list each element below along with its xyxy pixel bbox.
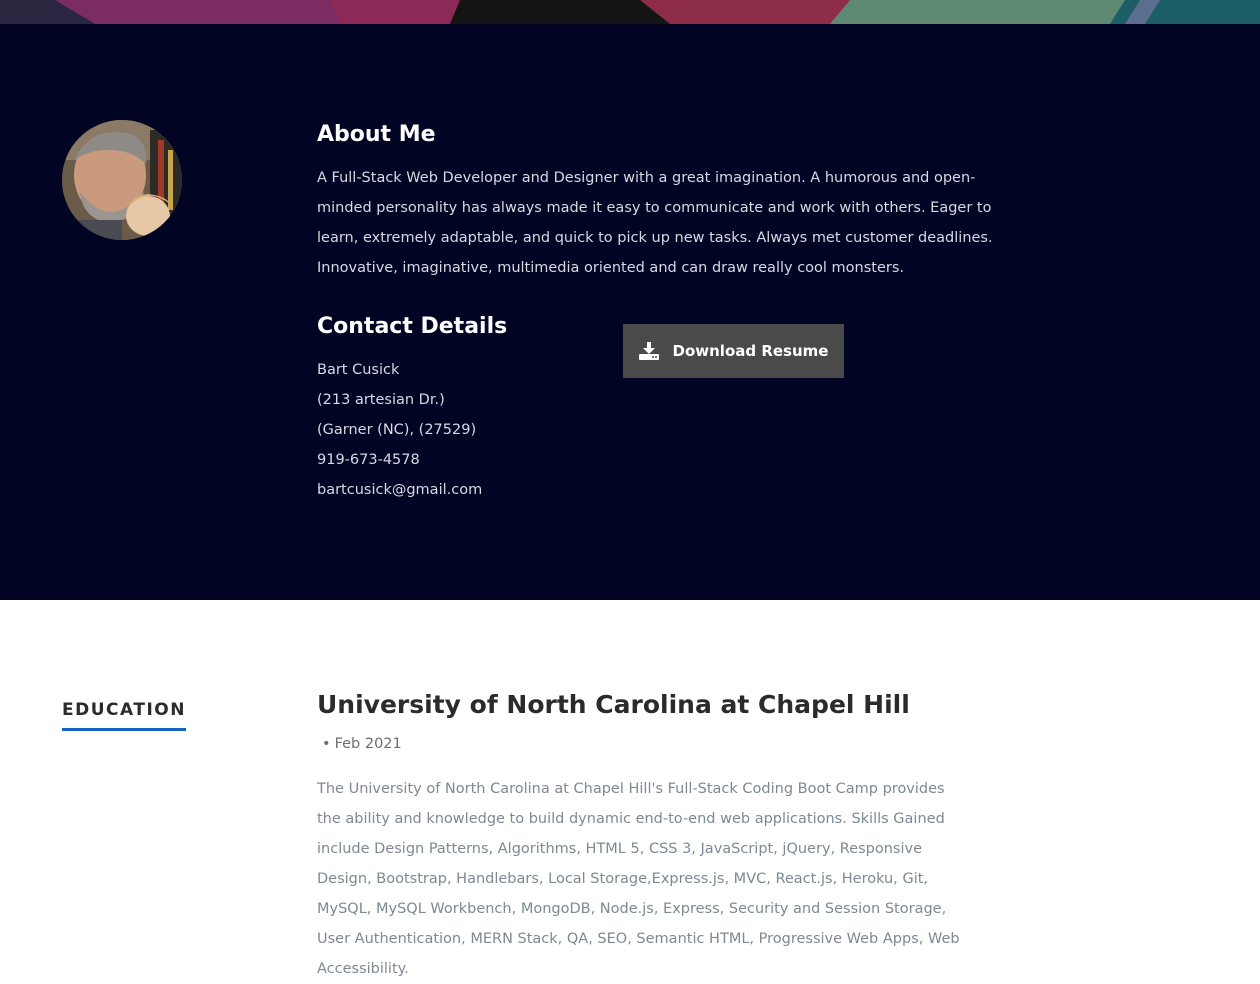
download-resume-button[interactable]: Download Resume	[623, 324, 844, 378]
banner-art	[0, 0, 1260, 24]
school-name: University of North Carolina at Chapel H…	[317, 690, 910, 719]
education-description: The University of North Carolina at Chap…	[317, 781, 960, 977]
contact-name: Bart Cusick	[317, 362, 400, 378]
download-resume-label: Download Resume	[672, 342, 829, 360]
header-banner-image	[0, 0, 1260, 24]
contact-email: bartcusick@gmail.com	[317, 482, 483, 498]
about-paragraph: A Full-Stack Web Developer and Designer …	[317, 170, 993, 276]
about-heading: About Me	[317, 122, 436, 147]
about-section: About Me A Full-Stack Web Developer and …	[0, 24, 1260, 600]
contact-list: Bart Cusick (213 artesian Dr.) (Garner (…	[317, 355, 482, 505]
contact-heading: Contact Details	[317, 314, 508, 339]
contact-street: (213 artesian Dr.)	[317, 392, 445, 408]
download-icon	[638, 342, 659, 360]
education-section-label: EDUCATION	[62, 698, 186, 731]
contact-phone: 919-673-4578	[317, 452, 420, 468]
education-section: EDUCATION University of North Carolina a…	[0, 600, 1260, 977]
education-date-line: • Feb 2021	[322, 732, 402, 756]
contact-city: (Garner (NC), (27529)	[317, 422, 477, 438]
profile-photo	[62, 120, 182, 240]
avatar-portrait	[62, 120, 182, 240]
education-date: Feb 2021	[334, 736, 402, 752]
date-bullet: •	[322, 736, 331, 752]
